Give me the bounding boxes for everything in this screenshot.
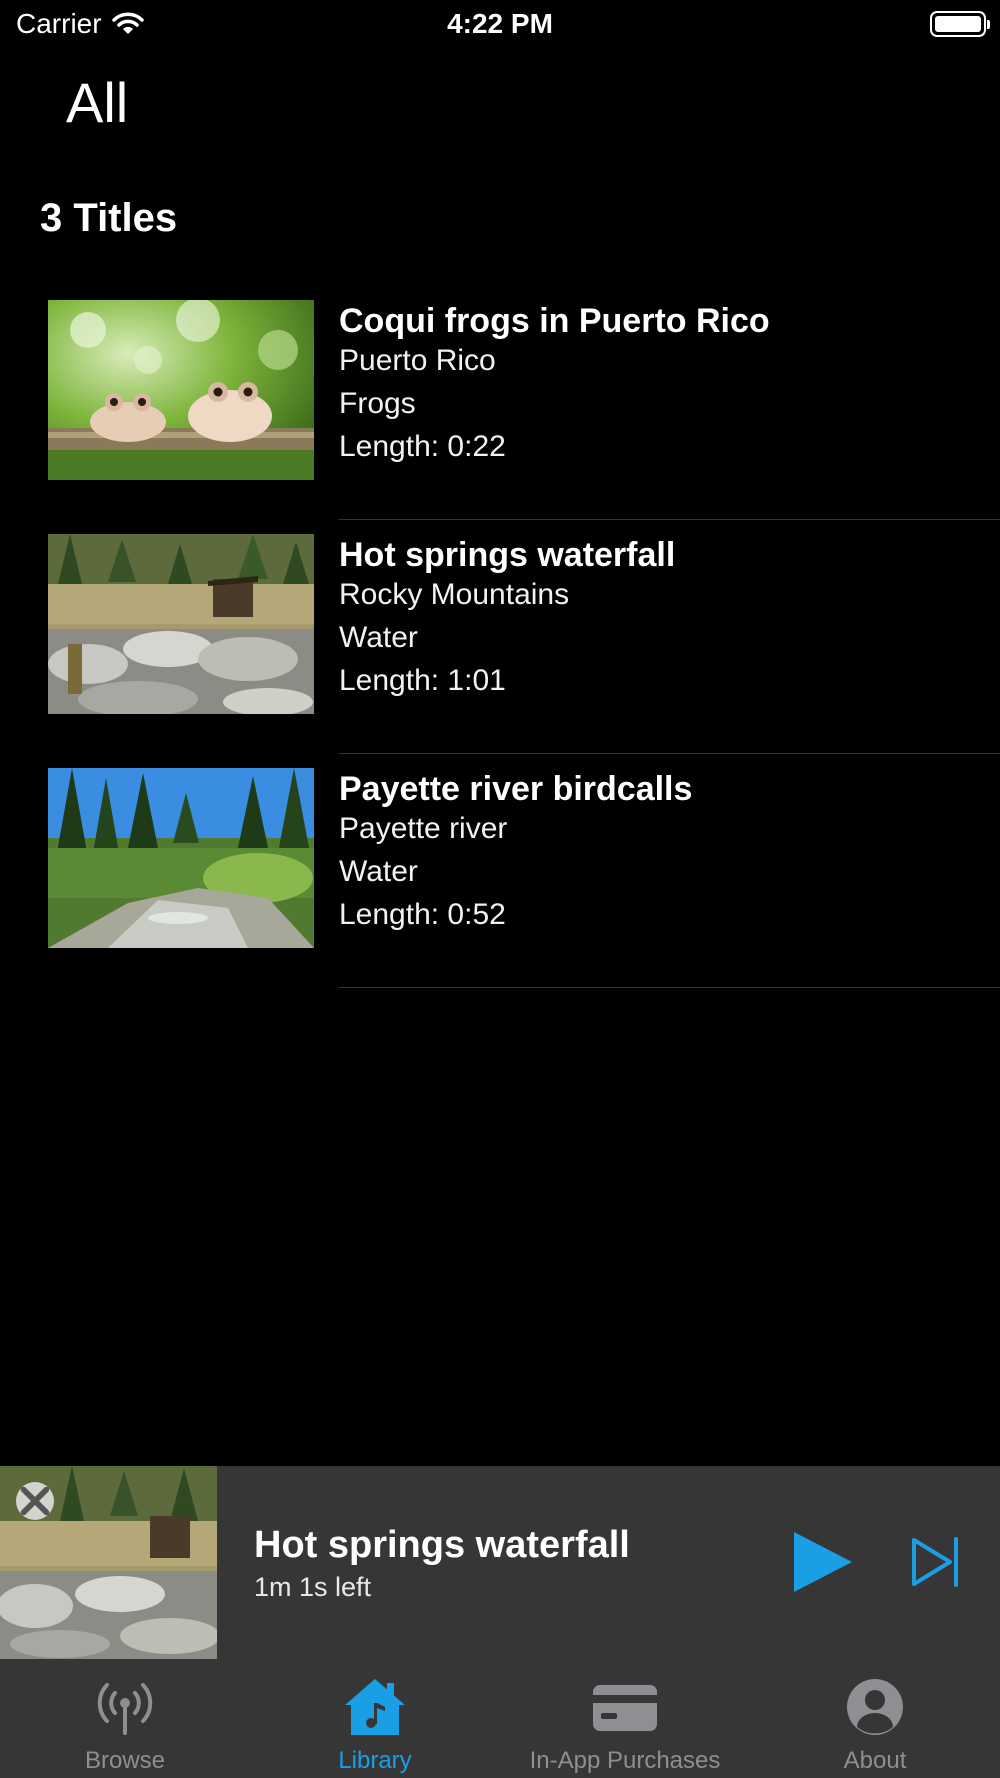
page-title: All [66,71,129,134]
close-icon[interactable] [16,1482,54,1520]
status-time: 4:22 PM [447,8,553,39]
tab-label: In-App Purchases [529,1747,721,1774]
titles-count: 3 Titles [40,196,178,240]
now-playing-bar[interactable]: Hot springs waterfall 1m 1s left [0,1466,1000,1659]
now-playing-title: Hot springs waterfall [254,1524,630,1566]
library-list: Coqui frogs in Puerto Rico Puerto Rico F… [0,286,1000,988]
credit-card-icon [593,1685,657,1731]
item-title: Hot springs waterfall [339,536,676,574]
river-thumbnail [48,768,314,948]
person-circle-icon [847,1679,903,1735]
item-location: Payette river [339,812,508,845]
play-icon[interactable] [790,1530,854,1594]
tab-label: About [843,1747,907,1774]
tab-in-app-purchases[interactable]: In-App Purchases [500,1659,750,1778]
row-divider [339,987,1000,988]
hot-springs-thumbnail [48,534,314,714]
tab-browse[interactable]: Browse [0,1659,250,1778]
battery-icon [930,11,990,37]
list-item[interactable]: Payette river birdcalls Payette river Wa… [0,754,1000,988]
item-title: Coqui frogs in Puerto Rico [339,302,770,340]
item-length: Length: 0:22 [339,430,506,463]
item-location: Rocky Mountains [339,578,570,611]
item-length: Length: 1:01 [339,664,506,697]
tab-about[interactable]: About [750,1659,1000,1778]
tab-bar: Browse Library In-App Purchases About [0,1659,1000,1778]
tab-label: Library [338,1747,412,1774]
list-item[interactable]: Hot springs waterfall Rocky Mountains Wa… [0,520,1000,754]
now-playing-remaining: 1m 1s left [254,1572,372,1602]
skip-forward-icon[interactable] [910,1536,962,1588]
tab-library[interactable]: Library [250,1659,500,1778]
item-category: Frogs [339,387,416,420]
now-playing-thumbnail [0,1466,217,1659]
frogs-thumbnail [48,300,314,480]
item-length: Length: 0:52 [339,898,506,931]
item-location: Puerto Rico [339,344,496,377]
antenna-icon [97,1683,153,1735]
music-house-icon [345,1679,405,1735]
status-bar: Carrier 4:22 PM [0,0,1000,50]
item-title: Payette river birdcalls [339,770,693,808]
item-category: Water [339,621,418,654]
list-item[interactable]: Coqui frogs in Puerto Rico Puerto Rico F… [0,286,1000,520]
item-category: Water [339,855,418,888]
tab-label: Browse [84,1747,166,1774]
